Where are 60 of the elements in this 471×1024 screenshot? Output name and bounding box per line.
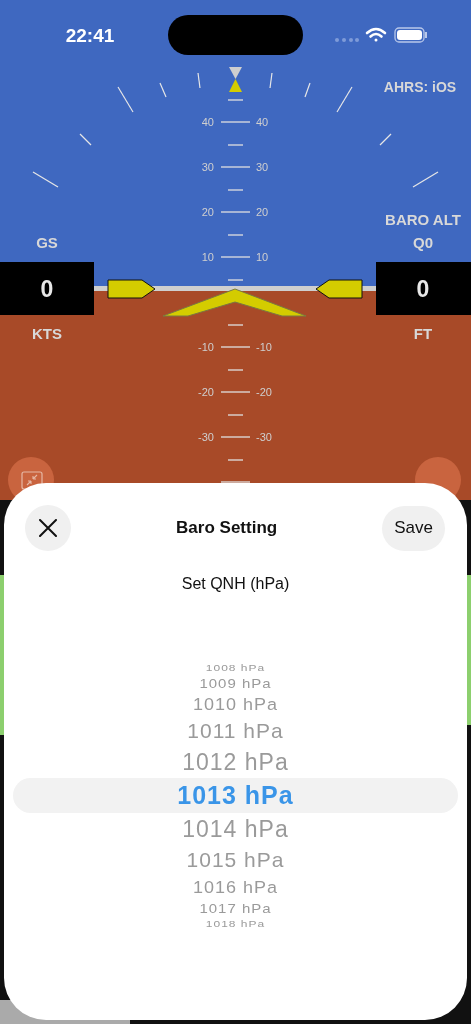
pitch-line bbox=[220, 346, 251, 348]
picker-option[interactable]: 1014 hPa bbox=[182, 813, 289, 845]
pitch-label: 40 bbox=[201, 116, 214, 128]
pitch-tick bbox=[227, 369, 244, 371]
pitch-tick bbox=[227, 414, 244, 416]
picker-option[interactable]: 1018 hPa bbox=[205, 918, 266, 929]
picker-option[interactable]: 1009 hPa bbox=[199, 675, 272, 691]
pitch-label: 10 bbox=[201, 251, 214, 263]
instruction-text: Set QNH (hPa) bbox=[181, 575, 290, 593]
picker-option[interactable]: 1013 hPa bbox=[13, 778, 458, 813]
pitch-tick bbox=[227, 324, 244, 326]
altitude-label: BARO ALT bbox=[385, 211, 461, 228]
picker-option[interactable]: 1017 hPa bbox=[199, 900, 272, 916]
pitch-label: 20 bbox=[256, 206, 269, 218]
pitch-line bbox=[220, 256, 251, 258]
roll-pointer bbox=[229, 67, 242, 92]
pitch-tick bbox=[227, 189, 244, 191]
pitch-label: -10 bbox=[256, 341, 272, 353]
pitch-label: -30 bbox=[198, 431, 214, 443]
pitch-label: 40 bbox=[256, 116, 269, 128]
pitch-line bbox=[220, 166, 251, 168]
ahrs-label: AHRS: iOS bbox=[383, 79, 457, 95]
pitch-line bbox=[220, 211, 251, 213]
close-icon bbox=[39, 519, 57, 537]
picker-option[interactable]: 1015 hPa bbox=[186, 845, 285, 875]
pitch-tick bbox=[227, 144, 244, 146]
pitch-tick bbox=[227, 459, 244, 461]
pitch-label: 30 bbox=[201, 161, 214, 173]
pitch-label: 10 bbox=[256, 251, 269, 263]
signal-icon bbox=[335, 38, 359, 42]
pitch-label: 30 bbox=[256, 161, 269, 173]
pitch-label: -10 bbox=[198, 341, 214, 353]
picker-option[interactable]: 1011 hPa bbox=[187, 716, 284, 746]
altimeter-setting: Q0 bbox=[413, 234, 433, 251]
close-button[interactable] bbox=[25, 505, 71, 551]
pitch-line bbox=[220, 436, 251, 438]
speed-unit: KTS bbox=[32, 325, 62, 342]
sheet-title: Baro Setting bbox=[176, 518, 278, 538]
pitch-label: -20 bbox=[256, 386, 272, 398]
pitch-line bbox=[220, 481, 251, 483]
pitch-line bbox=[220, 391, 251, 393]
speed-value: 0 bbox=[40, 276, 54, 302]
picker-option[interactable]: 1010 hPa bbox=[192, 692, 279, 716]
pitch-tick bbox=[227, 279, 244, 281]
picker-option[interactable]: 1016 hPa bbox=[192, 875, 279, 899]
pitch-label: -20 bbox=[198, 386, 214, 398]
pitch-tick bbox=[227, 234, 244, 236]
pitch-line bbox=[220, 121, 251, 123]
altitude-value: 0 bbox=[416, 276, 430, 302]
pitch-tick bbox=[227, 99, 244, 101]
altitude-unit: FT bbox=[413, 325, 433, 342]
picker-option[interactable]: 1012 hPa bbox=[182, 746, 289, 778]
battery-icon bbox=[394, 27, 427, 43]
pitch-label: -30 bbox=[256, 431, 272, 443]
picker-option[interactable]: 1008 hPa bbox=[205, 662, 266, 673]
status-time: 22:41 bbox=[65, 25, 115, 46]
wifi-icon bbox=[365, 27, 387, 42]
pitch-label: 20 bbox=[201, 206, 214, 218]
save-button[interactable]: Save bbox=[382, 505, 445, 551]
speed-label: GS bbox=[36, 234, 58, 251]
